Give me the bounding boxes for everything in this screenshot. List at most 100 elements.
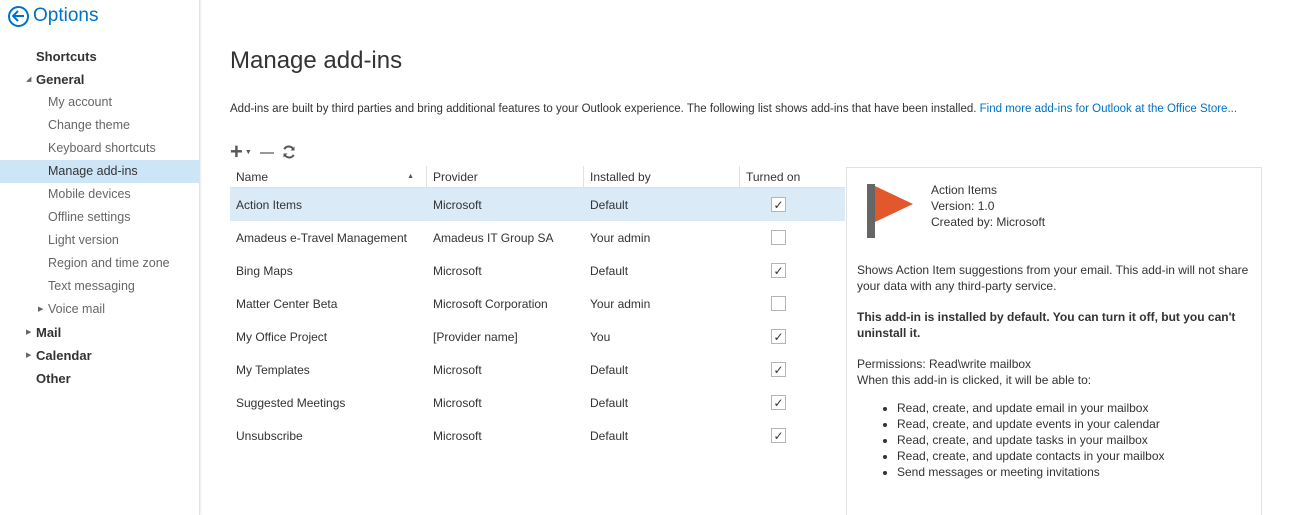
table-body: Action Items Microsoft Default ✓ Amadeus e-T… (230, 188, 845, 452)
cell-installed-by: Your admin (590, 230, 651, 245)
plus-icon: + (230, 139, 243, 164)
logo-flagpole (867, 184, 875, 238)
sidebar-item-calendar[interactable]: ▶ Calendar (0, 344, 199, 367)
ability-item: Read, create, and update events in your … (897, 416, 1165, 432)
sidebar-item-label: Light version (48, 233, 119, 247)
sidebar-item-label: General (36, 72, 85, 87)
addin-detail-panel: Action Items Version: 1.0 Created by: Mi… (846, 167, 1262, 515)
turned-on-checkbox[interactable] (771, 296, 786, 311)
sidebar-item-label: Text messaging (48, 279, 135, 293)
addin-created-by: Created by: Microsoft (931, 215, 1046, 229)
table-row[interactable]: Action Items Microsoft Default ✓ (230, 188, 845, 221)
column-header-provider[interactable]: Provider (427, 166, 584, 187)
remove-button[interactable] (259, 151, 274, 154)
sidebar-item-label: Change theme (48, 118, 131, 132)
turned-on-checkbox[interactable]: ✓ (771, 197, 786, 212)
addin-permissions: Permissions: Read\write mailbox When thi… (857, 356, 1091, 388)
table-row[interactable]: My Office Project [Provider name] You ✓ (230, 320, 845, 353)
table-row[interactable]: My Templates Microsoft Default ✓ (230, 353, 845, 386)
cell-name: Bing Maps (236, 263, 293, 278)
cell-provider: Microsoft (433, 395, 482, 410)
column-header-turned-on[interactable]: Turned on (740, 166, 845, 187)
cell-turned-on (740, 296, 845, 311)
sidebar-item-general[interactable]: ◢ General (0, 68, 199, 91)
cell-installed-by: Default (590, 428, 629, 443)
sidebar-item-shortcuts[interactable]: Shortcuts (0, 45, 199, 68)
table-row[interactable]: Unsubscribe Microsoft Default ✓ (230, 419, 845, 452)
ability-item: Read, create, and update contacts in you… (897, 448, 1165, 464)
cell-provider: Microsoft (433, 263, 482, 278)
cell-turned-on: ✓ (740, 197, 845, 212)
table-row[interactable]: Matter Center Beta Microsoft Corporation Y… (230, 287, 845, 320)
cell-turned-on: ✓ (740, 428, 845, 443)
cell-installed-by: Default (590, 263, 629, 278)
sidebar-item-label: Offline settings (48, 210, 131, 224)
header-label: Provider (433, 170, 478, 184)
table-header: Name ▲ Provider Installed by Turned on (230, 166, 845, 188)
checkmark-icon: ✓ (773, 395, 784, 410)
sidebar-item-my-account[interactable]: My account (0, 91, 199, 114)
checkmark-icon: ✓ (773, 362, 784, 377)
table-row[interactable]: Bing Maps Microsoft Default ✓ (230, 254, 845, 287)
cell-turned-on (740, 230, 845, 245)
sidebar-item-mail[interactable]: ▶ Mail (0, 321, 199, 344)
office-store-link[interactable]: Find more add-ins for Outlook at the Off… (980, 103, 1237, 115)
checkmark-icon: ✓ (773, 263, 784, 278)
logo-flag (875, 186, 913, 222)
table-row[interactable]: Suggested Meetings Microsoft Default ✓ (230, 386, 845, 419)
cell-name: Action Items (236, 197, 303, 212)
options-nav: Shortcuts ◢ General My account Change the… (0, 45, 199, 390)
checkmark-icon: ✓ (773, 428, 784, 443)
description-text: Add-ins are built by third parties and b… (230, 103, 977, 115)
column-header-name[interactable]: Name ▲ (230, 166, 427, 187)
cell-installed-by: Default (590, 395, 629, 410)
cell-turned-on: ✓ (740, 263, 845, 278)
sidebar-item-voice-mail[interactable]: ▶ Voice mail (0, 298, 199, 321)
options-title: Options (33, 5, 99, 26)
cell-provider: Microsoft (433, 197, 482, 212)
back-button[interactable]: Options (8, 5, 98, 27)
cell-name: My Templates (236, 362, 310, 377)
main-content: Manage add-ins Add-ins are built by thir… (230, 0, 1293, 515)
options-sidebar: Options Shortcuts ◢ General My account Ch… (0, 0, 200, 515)
sidebar-item-other[interactable]: Other (0, 367, 199, 390)
collapsed-caret-icon[interactable]: ▶ (38, 298, 43, 321)
collapsed-caret-icon[interactable]: ▶ (26, 321, 31, 344)
add-button[interactable]: + ▼ (230, 139, 252, 164)
turned-on-checkbox[interactable]: ✓ (771, 329, 786, 344)
sidebar-item-label: Shortcuts (36, 49, 97, 64)
addin-default-note: This add-in is installed by default. You… (857, 310, 1236, 340)
checkmark-icon: ✓ (773, 329, 784, 344)
sidebar-item-label: Keyboard shortcuts (48, 141, 156, 155)
cell-name: My Office Project (236, 329, 328, 344)
turned-on-checkbox[interactable] (771, 230, 786, 245)
refresh-button[interactable] (282, 145, 296, 159)
sidebar-item-label: Mail (36, 325, 62, 340)
header-label: Name (236, 170, 269, 184)
checkmark-icon: ✓ (773, 197, 784, 212)
sidebar-item-mobile-devices[interactable]: Mobile devices (0, 183, 199, 206)
cell-provider: Microsoft (433, 428, 482, 443)
turned-on-checkbox[interactable]: ✓ (771, 263, 786, 278)
cell-installed-by: You (590, 329, 611, 344)
sidebar-item-text-messaging[interactable]: Text messaging (0, 275, 199, 298)
column-header-installed-by[interactable]: Installed by (584, 166, 740, 187)
turned-on-checkbox[interactable]: ✓ (771, 362, 786, 377)
sidebar-item-region-time-zone[interactable]: Region and time zone (0, 252, 199, 275)
sidebar-item-change-theme[interactable]: Change theme (0, 114, 199, 137)
sidebar-item-manage-add-ins[interactable]: Manage add-ins (0, 160, 199, 183)
table-row[interactable]: Amadeus e-Travel Management Amadeus IT Gr… (230, 221, 845, 254)
sidebar-item-keyboard-shortcuts[interactable]: Keyboard shortcuts (0, 137, 199, 160)
expanded-caret-icon: ◢ (26, 76, 32, 83)
addins-toolbar: + ▼ (230, 139, 296, 164)
addins-table: Name ▲ Provider Installed by Turned on Ac… (230, 166, 845, 452)
turned-on-checkbox[interactable]: ✓ (771, 395, 786, 410)
cell-provider: [Provider name] (433, 329, 518, 344)
sidebar-item-offline-settings[interactable]: Offline settings (0, 206, 199, 229)
sidebar-item-light-version[interactable]: Light version (0, 229, 199, 252)
collapsed-caret-icon[interactable]: ▶ (26, 344, 31, 367)
abilities-intro: When this add-in is clicked, it will be … (857, 373, 1092, 387)
turned-on-checkbox[interactable]: ✓ (771, 428, 786, 443)
cell-provider: Amadeus IT Group SA (433, 230, 554, 245)
chevron-down-icon: ▼ (244, 148, 252, 156)
